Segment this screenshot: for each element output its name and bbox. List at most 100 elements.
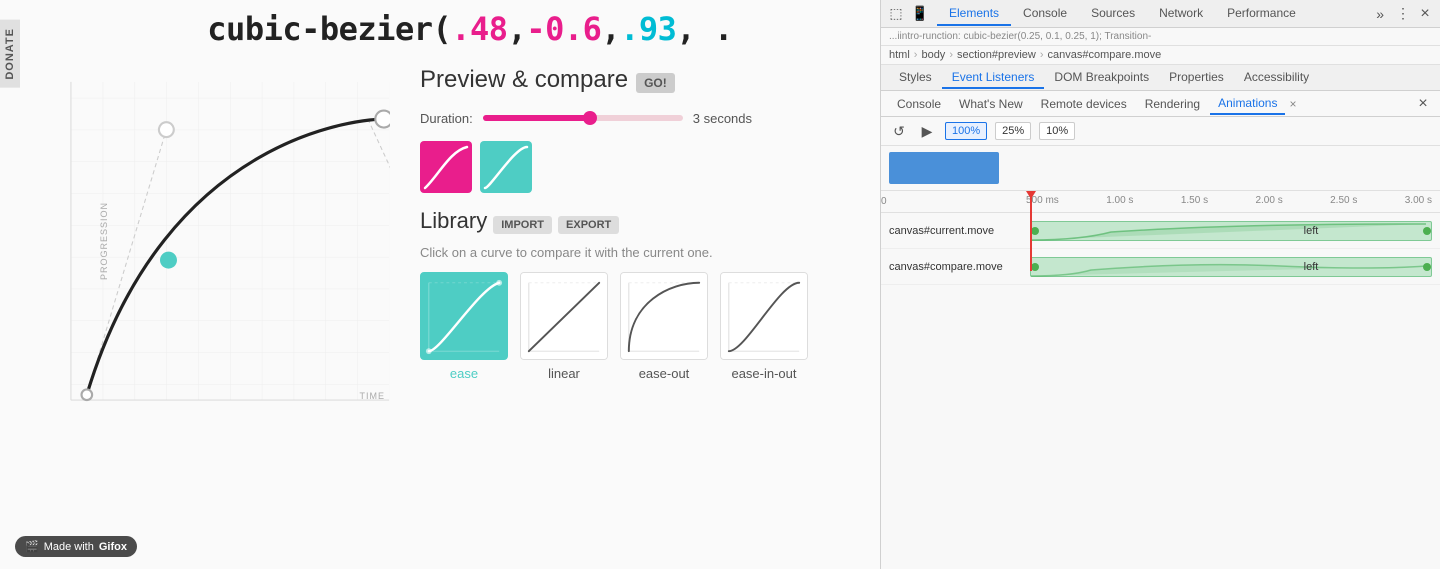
duration-value: 3 seconds (693, 111, 752, 126)
drawer-tab-animations[interactable]: Animations (1210, 93, 1285, 115)
bezier-canvas: PROGRESSION (70, 66, 390, 416)
ruler-mark-3s: 3.00 s (1405, 195, 1432, 206)
devtools-close-button[interactable]: × (1416, 5, 1434, 23)
gifox-icon: 🎬 (25, 540, 39, 553)
library-curve-ease-out (620, 272, 708, 360)
go-button[interactable]: GO! (636, 73, 675, 93)
formula-p3: .93 (620, 10, 676, 48)
gifox-badge[interactable]: 🎬 Made with Gifox (15, 536, 137, 557)
formula-p2: -0.6 (526, 10, 601, 48)
library-items: ease linear (420, 272, 860, 381)
styles-tab-event-listeners[interactable]: Event Listeners (942, 67, 1045, 89)
inspect-icon[interactable]: ⬚ (887, 5, 905, 23)
styles-tab-properties[interactable]: Properties (1159, 67, 1234, 89)
breadcrumb-bar[interactable]: html › body › section#preview › canvas#c… (881, 46, 1440, 65)
speed-100-button[interactable]: 100% (945, 122, 987, 140)
devtools-menu-icon[interactable]: ⋮ (1394, 5, 1412, 23)
ruler-origin: 0 (881, 191, 887, 213)
preview-curve-pink[interactable] (420, 141, 472, 193)
timeline-ruler: 0 500 ms 1.00 s 1.50 s 2.00 s 2.50 s 3.0… (881, 191, 1440, 213)
library-section: Library IMPORT EXPORT Click on a curve t… (420, 208, 860, 381)
library-curve-ease-in-out (720, 272, 808, 360)
source-text: ...iintro-runction: cubic-bezier(0.25, 0… (889, 31, 1151, 42)
tab-performance[interactable]: Performance (1215, 2, 1308, 26)
animations-toolbar: ↺ ▶ 100% 25% 10% (881, 117, 1440, 146)
styles-tab-styles[interactable]: Styles (889, 67, 942, 89)
progression-label: PROGRESSION (99, 202, 109, 280)
library-item-ease-in-out[interactable]: ease-in-out (720, 272, 808, 381)
styles-tab-dom-breakpoints[interactable]: DOM Breakpoints (1044, 67, 1159, 89)
library-ease-out-label: ease-out (639, 366, 690, 381)
duration-slider[interactable] (483, 110, 683, 126)
playhead[interactable] (1030, 191, 1032, 271)
ruler-mark-1s: 1.00 s (1106, 195, 1133, 206)
refresh-button[interactable]: ↺ (889, 121, 909, 141)
preview-curve-cyan[interactable] (480, 141, 532, 193)
preview-title: Preview & compare (420, 66, 628, 94)
drawer-tab-animations-close[interactable]: × (1289, 97, 1296, 111)
breadcrumb-html[interactable]: html (889, 49, 910, 61)
ruler-mark-150s: 1.50 s (1181, 195, 1208, 206)
ruler-mark-2s: 2.00 s (1255, 195, 1282, 206)
speed-10-button[interactable]: 10% (1039, 122, 1075, 140)
drawer-tab-remote-devices[interactable]: Remote devices (1033, 94, 1135, 114)
tab-network[interactable]: Network (1147, 2, 1215, 26)
tab-console[interactable]: Console (1011, 2, 1079, 26)
drawer-tab-rendering[interactable]: Rendering (1137, 94, 1208, 114)
devtools-panel: ⬚ 📱 Elements Console Sources Network Per… (880, 0, 1440, 569)
controls-panel: Preview & compare GO! Duration: 3 second… (400, 56, 880, 565)
styles-tab-accessibility[interactable]: Accessibility (1234, 67, 1319, 89)
timeline-label-current: canvas#current.move (881, 225, 1026, 237)
anim-bar-current-label: left (1304, 225, 1319, 237)
donate-tab[interactable]: DONATE (0, 20, 20, 88)
ruler-mark-250s: 2.50 s (1330, 195, 1357, 206)
library-item-linear[interactable]: linear (520, 272, 608, 381)
import-button[interactable]: IMPORT (493, 216, 552, 234)
device-icon[interactable]: 📱 (911, 5, 929, 23)
drawer-close-button[interactable]: × (1414, 95, 1432, 113)
drawer-tab-whats-new[interactable]: What's New (951, 94, 1031, 114)
source-bar: ...iintro-runction: cubic-bezier(0.25, 0… (881, 28, 1440, 46)
drawer-tab-console[interactable]: Console (889, 94, 949, 114)
duration-row: Duration: 3 seconds (420, 110, 860, 126)
devtools-tabs: Elements Console Sources Network Perform… (937, 2, 1366, 26)
library-title: Library (420, 208, 487, 234)
library-item-ease[interactable]: ease (420, 272, 508, 381)
slider-thumb[interactable] (583, 111, 597, 125)
duration-label: Duration: (420, 111, 473, 126)
anim-bar-compare-end (1423, 263, 1431, 271)
preview-section: Preview & compare GO! Duration: 3 second… (420, 61, 860, 193)
timeline-content-compare: left (1026, 249, 1440, 284)
timeline-area: 0 500 ms 1.00 s 1.50 s 2.00 s 2.50 s 3.0… (881, 191, 1440, 569)
animation-preview-box (881, 146, 1440, 191)
styles-tabs: Styles Event Listeners DOM Breakpoints P… (881, 65, 1440, 91)
gifox-text: Made with (44, 541, 94, 553)
slider-track (483, 115, 683, 121)
breadcrumb-canvas[interactable]: canvas#compare.move (1048, 49, 1162, 61)
play-button[interactable]: ▶ (917, 121, 937, 141)
tab-elements[interactable]: Elements (937, 2, 1011, 26)
timeline-label-compare: canvas#compare.move (881, 261, 1026, 273)
more-tabs-button[interactable]: » (1370, 2, 1390, 26)
time-label: TIME (360, 391, 386, 401)
anim-bar-current-end (1423, 227, 1431, 235)
library-ease-label: ease (450, 366, 478, 381)
drawer-tabs: Console What's New Remote devices Render… (881, 91, 1440, 117)
bezier-curve-svg[interactable] (70, 66, 390, 416)
bezier-graph-area: PROGRESSION (55, 66, 400, 565)
speed-25-button[interactable]: 25% (995, 122, 1031, 140)
library-item-ease-out[interactable]: ease-out (620, 272, 708, 381)
export-button[interactable]: EXPORT (558, 216, 619, 234)
library-curve-ease (420, 272, 508, 360)
animation-preview-rect (889, 152, 999, 184)
formula-p1: .48 (451, 10, 507, 48)
breadcrumb-section[interactable]: section#preview (957, 49, 1036, 61)
devtools-topbar: ⬚ 📱 Elements Console Sources Network Per… (881, 0, 1440, 28)
anim-bar-current[interactable]: left (1030, 221, 1432, 241)
library-linear-label: linear (548, 366, 580, 381)
anim-bar-compare[interactable]: left (1030, 257, 1432, 277)
anim-bar-compare-start (1031, 263, 1039, 271)
devtools-icons: ⬚ 📱 (887, 5, 929, 23)
breadcrumb-body[interactable]: body (921, 49, 945, 61)
tab-sources[interactable]: Sources (1079, 2, 1147, 26)
